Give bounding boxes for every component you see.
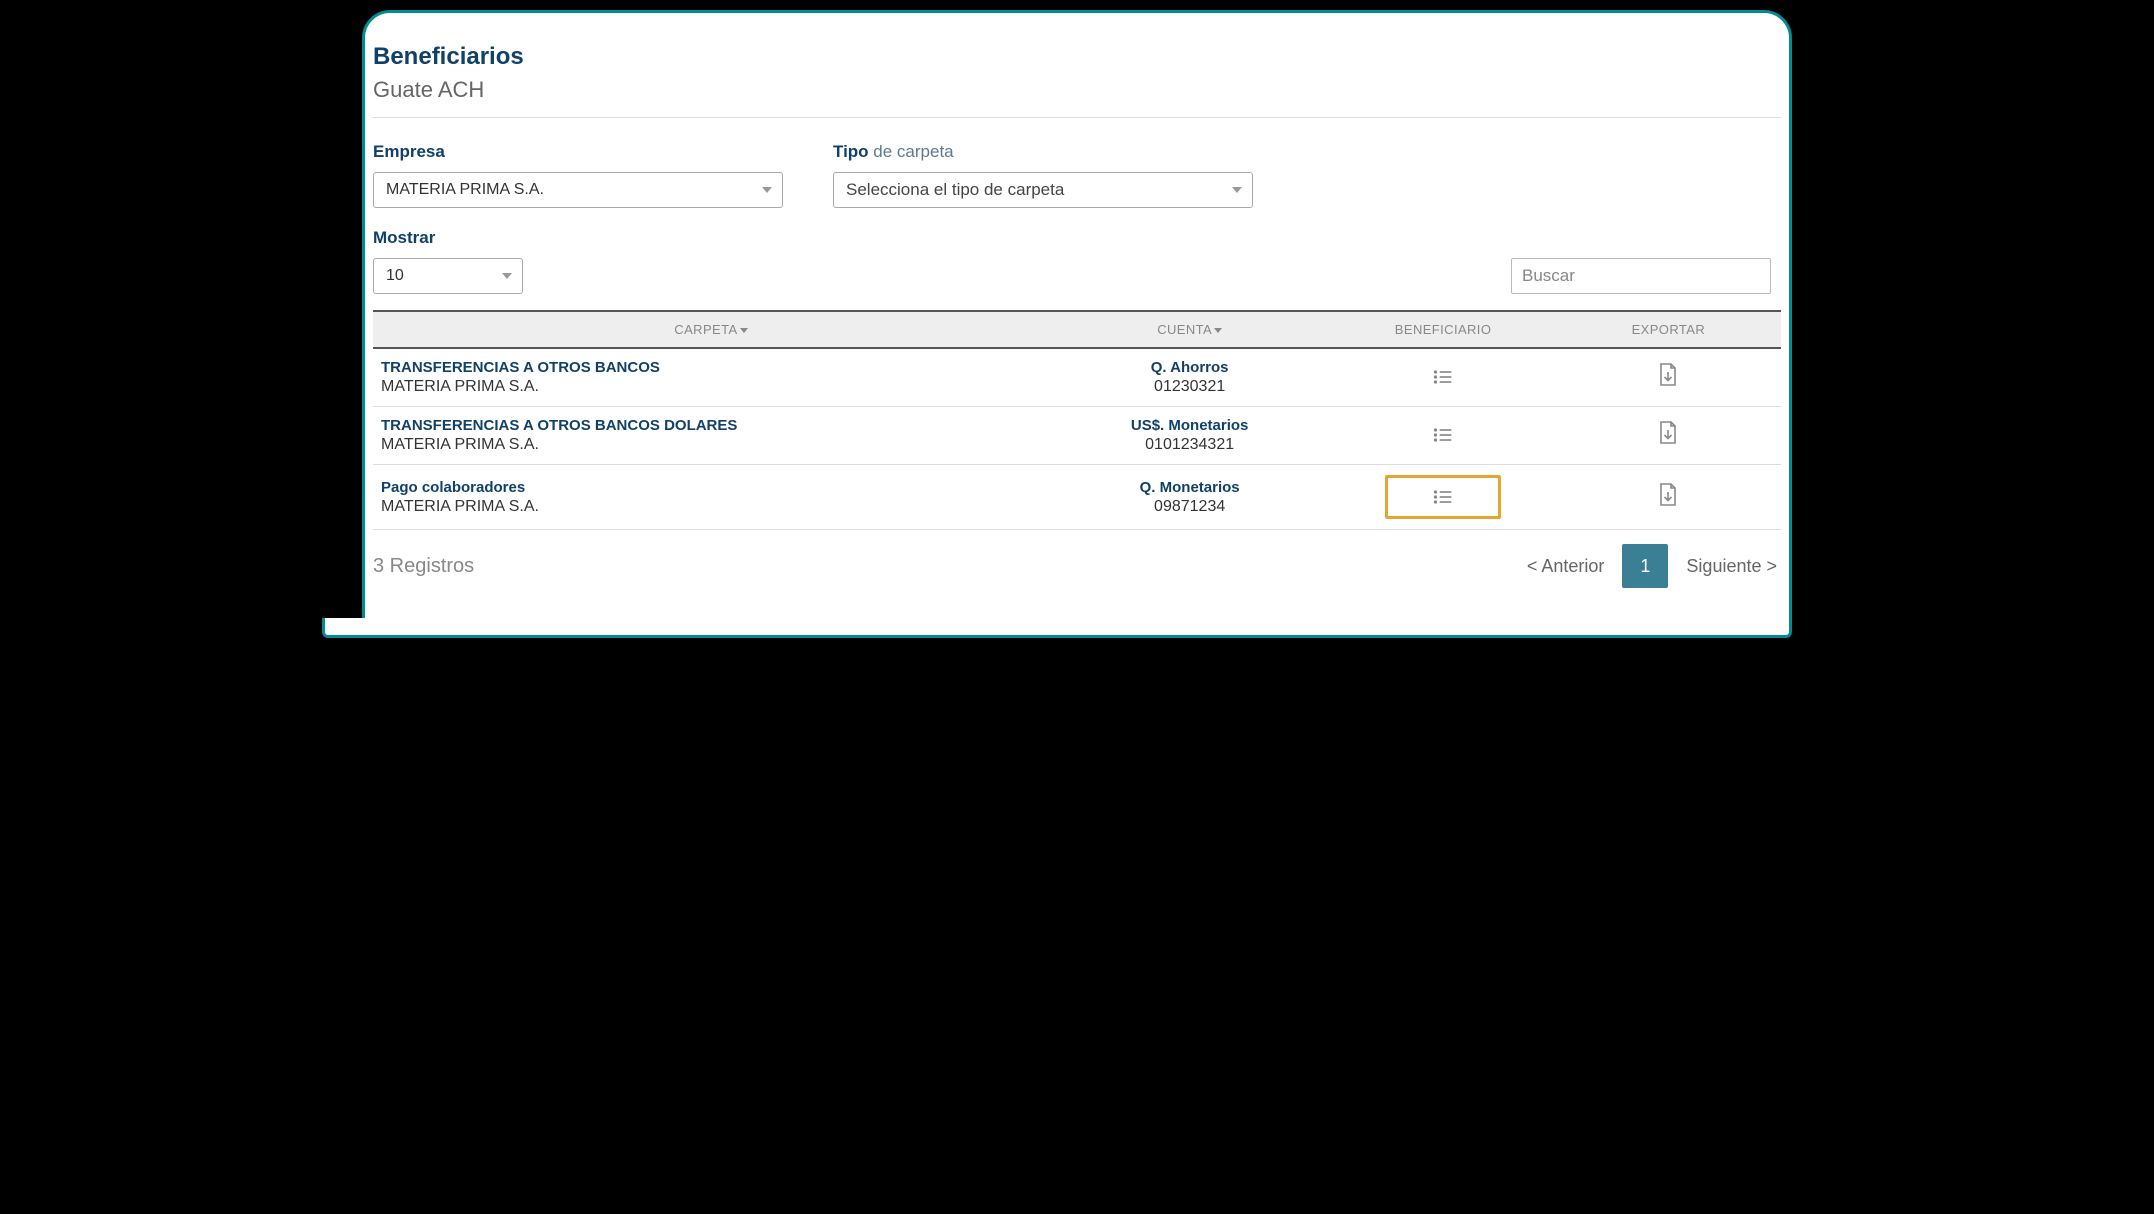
mostrar-value: 10 bbox=[386, 267, 404, 285]
field-empresa: Empresa MATERIA PRIMA S.A. bbox=[373, 142, 783, 208]
table-footer: 3 Registros < Anterior 1 Siguiente > bbox=[373, 530, 1781, 588]
pager: < Anterior 1 Siguiente > bbox=[1527, 544, 1777, 588]
empresa-select[interactable]: MATERIA PRIMA S.A. bbox=[373, 172, 783, 208]
header-divider bbox=[373, 117, 1781, 118]
account-number: 01230321 bbox=[1057, 378, 1323, 396]
sort-icon bbox=[740, 328, 748, 333]
account-type: Q. Ahorros bbox=[1057, 359, 1323, 376]
page-title: Beneficiarios bbox=[373, 43, 1781, 77]
empresa-label: Empresa bbox=[373, 142, 783, 162]
tipo-carpeta-label: Tipo de carpeta bbox=[833, 142, 1253, 162]
page-current[interactable]: 1 bbox=[1622, 544, 1668, 588]
download-icon[interactable] bbox=[1658, 363, 1678, 387]
mostrar-select[interactable]: 10 bbox=[373, 258, 523, 294]
account-number: 09871234 bbox=[1057, 498, 1323, 516]
chevron-down-icon bbox=[762, 187, 772, 193]
laptop-base bbox=[322, 618, 1792, 638]
laptop-frame: Beneficiarios Guate ACH Empresa MATERIA … bbox=[362, 10, 1792, 621]
page-subtitle: Guate ACH bbox=[373, 77, 1781, 117]
field-mostrar: Mostrar 10 bbox=[373, 228, 523, 294]
col-header-cuenta[interactable]: Cuenta bbox=[1049, 311, 1331, 348]
tipo-carpeta-placeholder: Selecciona el tipo de carpeta bbox=[846, 180, 1064, 200]
highlighted-action[interactable] bbox=[1385, 475, 1501, 519]
records-count: 3 Registros bbox=[373, 555, 474, 578]
download-icon[interactable] bbox=[1658, 421, 1678, 445]
download-icon[interactable] bbox=[1658, 483, 1678, 507]
table-row: TRANSFERENCIAS A OTROS BANCOS MATERIA PRI… bbox=[373, 348, 1781, 407]
tipo-carpeta-select[interactable]: Selecciona el tipo de carpeta bbox=[833, 172, 1253, 208]
mostrar-label: Mostrar bbox=[373, 228, 523, 248]
prev-button[interactable]: < Anterior bbox=[1527, 556, 1605, 577]
col-header-carpeta[interactable]: Carpeta bbox=[373, 311, 1049, 348]
folder-name[interactable]: Pago colaboradores bbox=[381, 479, 1041, 496]
next-button[interactable]: Siguiente > bbox=[1686, 556, 1777, 577]
filters-row: Empresa MATERIA PRIMA S.A. Tipo de carpe… bbox=[373, 142, 1781, 208]
search-input[interactable] bbox=[1511, 258, 1771, 294]
account-type: Q. Monetarios bbox=[1057, 479, 1323, 496]
account-type: US$. Monetarios bbox=[1057, 417, 1323, 434]
table-row: TRANSFERENCIAS A OTROS BANCOS DOLARES MAT… bbox=[373, 407, 1781, 465]
sort-icon bbox=[1214, 328, 1222, 333]
chevron-down-icon bbox=[502, 273, 512, 279]
col-header-beneficiario: Beneficiario bbox=[1330, 311, 1555, 348]
empresa-select-value: MATERIA PRIMA S.A. bbox=[386, 181, 544, 199]
app-screen: Beneficiarios Guate ACH Empresa MATERIA … bbox=[373, 23, 1781, 618]
row-mostrar-search: Mostrar 10 bbox=[373, 228, 1781, 294]
field-tipo-carpeta: Tipo de carpeta Selecciona el tipo de ca… bbox=[833, 142, 1253, 208]
folder-name[interactable]: TRANSFERENCIAS A OTROS BANCOS bbox=[381, 359, 1041, 376]
list-icon[interactable] bbox=[1428, 424, 1458, 446]
list-icon[interactable] bbox=[1428, 366, 1458, 388]
folder-name[interactable]: TRANSFERENCIAS A OTROS BANCOS DOLARES bbox=[381, 417, 1041, 434]
list-icon[interactable] bbox=[1428, 486, 1458, 508]
col-header-exportar: Exportar bbox=[1556, 311, 1781, 348]
company-name: MATERIA PRIMA S.A. bbox=[381, 498, 1041, 516]
company-name: MATERIA PRIMA S.A. bbox=[381, 436, 1041, 454]
account-number: 0101234321 bbox=[1057, 436, 1323, 454]
beneficiarios-table: Carpeta Cuenta Beneficiario Exportar TRA… bbox=[373, 310, 1781, 530]
table-row: Pago colaboradores MATERIA PRIMA S.A. Q. M… bbox=[373, 465, 1781, 530]
company-name: MATERIA PRIMA S.A. bbox=[381, 378, 1041, 396]
chevron-down-icon bbox=[1232, 187, 1242, 193]
